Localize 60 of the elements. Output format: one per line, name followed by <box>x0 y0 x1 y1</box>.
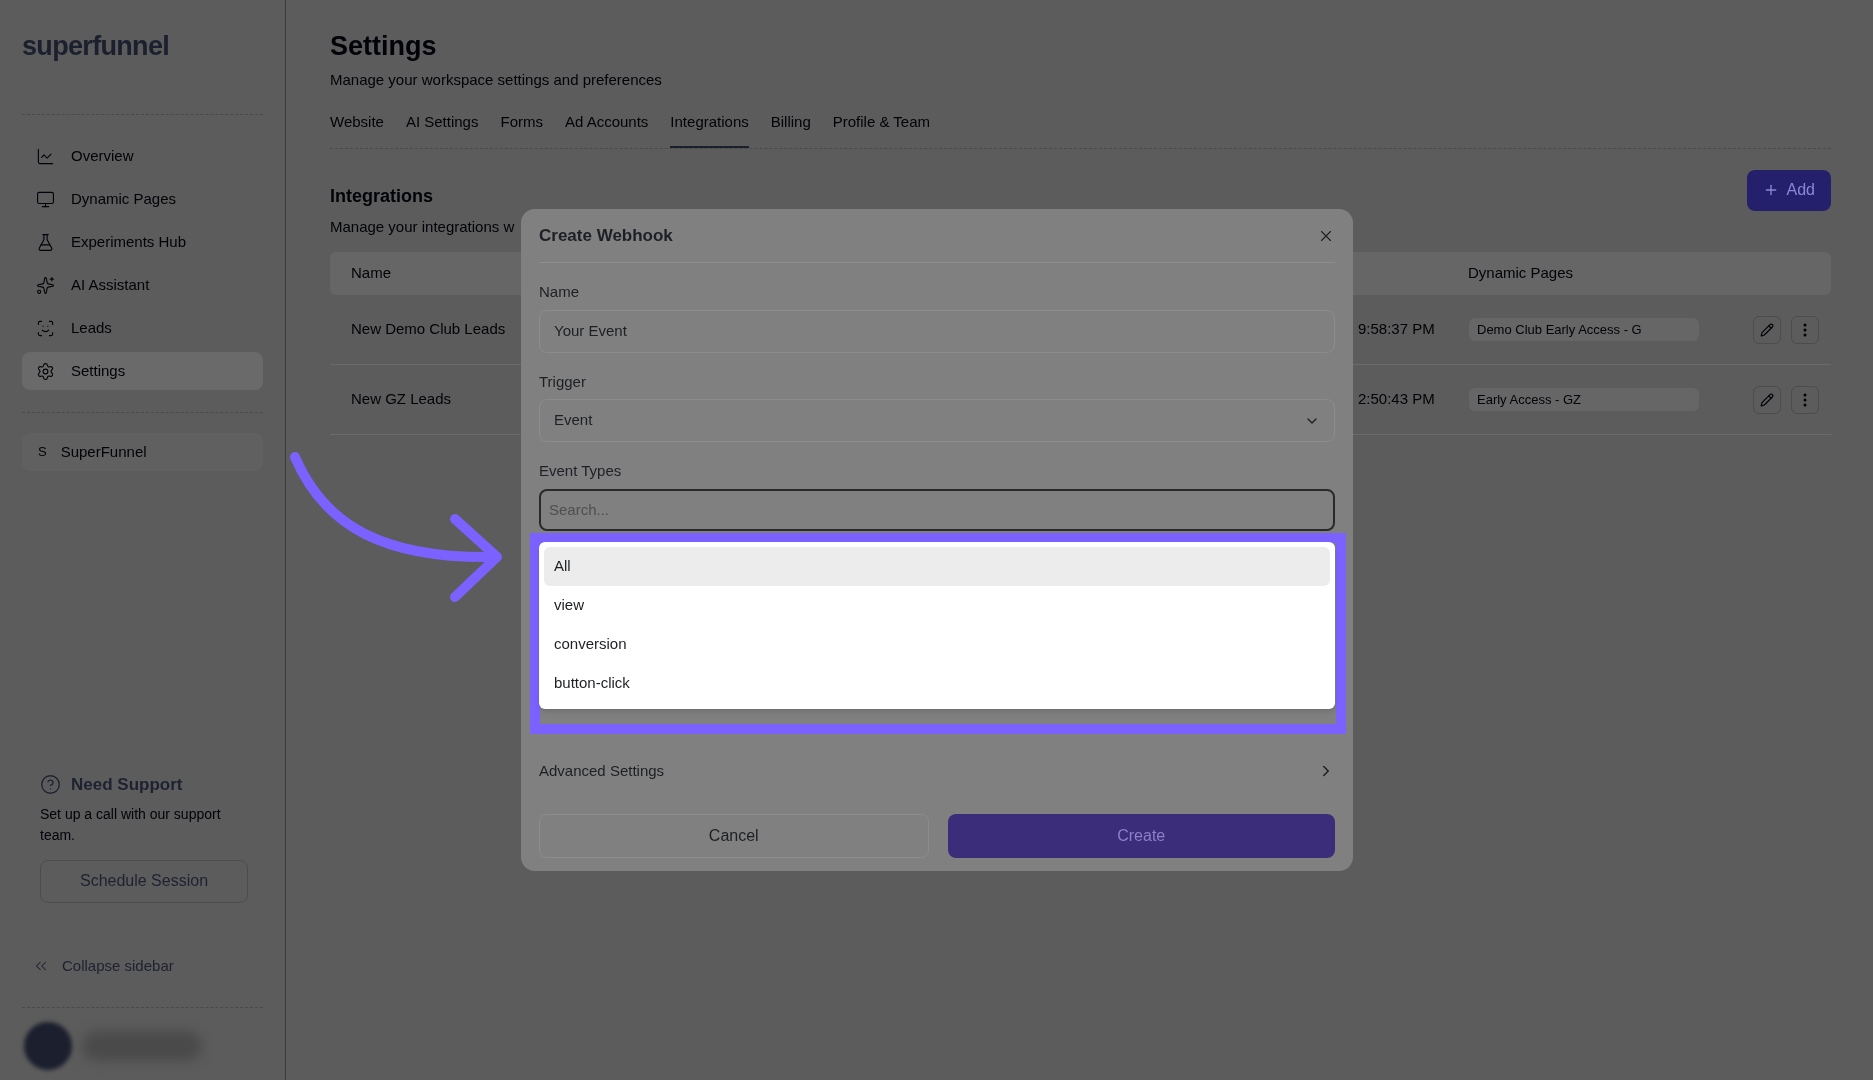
name-input[interactable]: Your Event <box>539 309 1335 353</box>
settings-tab[interactable]: Billing <box>770 111 811 148</box>
settings-tab[interactable]: Integrations <box>670 111 749 148</box>
more-icon <box>1803 322 1807 337</box>
logo: superfunnel <box>22 30 171 63</box>
table-cell: Early Access - GZ <box>1469 387 1699 412</box>
support-title: Need Support <box>71 774 183 796</box>
column-header: Name <box>350 263 392 284</box>
field-label: Name <box>539 282 580 302</box>
create-button[interactable]: Create <box>947 814 1335 858</box>
sidebar-item[interactable]: Dynamic Pages <box>22 180 263 218</box>
table-cell-text: New Demo Club Leads <box>351 319 506 340</box>
flask-icon <box>36 232 55 252</box>
avatar <box>24 1022 72 1070</box>
more-button[interactable] <box>1791 315 1819 344</box>
settings-tab[interactable]: AI Settings <box>405 111 479 148</box>
workspace-initial: S <box>38 443 47 462</box>
table-cell: Demo Club Early Access - G <box>1469 317 1699 342</box>
sidebar-item[interactable]: AI Assistant <box>22 266 263 304</box>
person-scan-icon <box>36 318 55 338</box>
help-icon <box>40 774 61 796</box>
pencil-icon <box>1760 392 1774 407</box>
settings-tab[interactable]: Ad Accounts <box>564 111 649 148</box>
section-subtitle: Manage your integrations w <box>330 216 515 237</box>
sparkles-icon <box>36 275 55 295</box>
settings-tab[interactable]: Forms <box>500 111 543 148</box>
more-icon <box>1803 392 1807 407</box>
support-text: Set up a call with our support team. <box>40 804 222 845</box>
more-button[interactable] <box>1791 385 1819 414</box>
cancel-button[interactable]: Cancel <box>539 814 929 858</box>
dialog-title: Create Webhook <box>539 224 673 247</box>
sidebar-item[interactable]: Overview <box>22 137 263 175</box>
advanced-settings-row[interactable]: Advanced Settings <box>539 759 1335 782</box>
workspace-name: SuperFunnel <box>60 441 147 462</box>
settings-icon <box>36 361 55 381</box>
settings-tab[interactable]: Website <box>330 111 384 148</box>
edit-button[interactable] <box>1753 385 1781 414</box>
trigger-select[interactable]: Event <box>539 399 1335 442</box>
section-title: Integrations <box>330 184 434 208</box>
monitor-icon <box>36 189 55 209</box>
event-type-option[interactable]: All <box>544 546 1330 586</box>
field-label: Event Types <box>539 461 623 481</box>
field-label: Trigger <box>539 371 587 392</box>
table-cell-text: 9:58:37 PM <box>1358 319 1436 340</box>
settings-tab[interactable]: Profile & Team <box>832 111 931 148</box>
chart-icon <box>36 146 55 166</box>
table-cell-text: New GZ Leads <box>351 389 452 410</box>
workspace-item[interactable]: S SuperFunnel <box>22 433 263 471</box>
sidebar-item[interactable]: Leads <box>22 309 263 347</box>
sidebar-item[interactable]: Experiments Hub <box>22 223 263 261</box>
collapse-sidebar-button[interactable]: Collapse sidebar <box>22 954 263 977</box>
edit-button[interactable] <box>1753 315 1781 344</box>
add-button[interactable]: Add <box>1746 169 1831 211</box>
pencil-icon <box>1760 322 1774 337</box>
page-subtitle: Manage your workspace settings and preferences <box>330 69 663 90</box>
page-title: Settings <box>330 30 438 63</box>
column-header: Dynamic Pages <box>1468 263 1574 284</box>
sidebar-item[interactable]: Settings <box>22 352 263 390</box>
table-cell-text: 2:50:43 PM <box>1358 389 1436 410</box>
schedule-session-button[interactable]: Schedule Session <box>40 859 248 903</box>
